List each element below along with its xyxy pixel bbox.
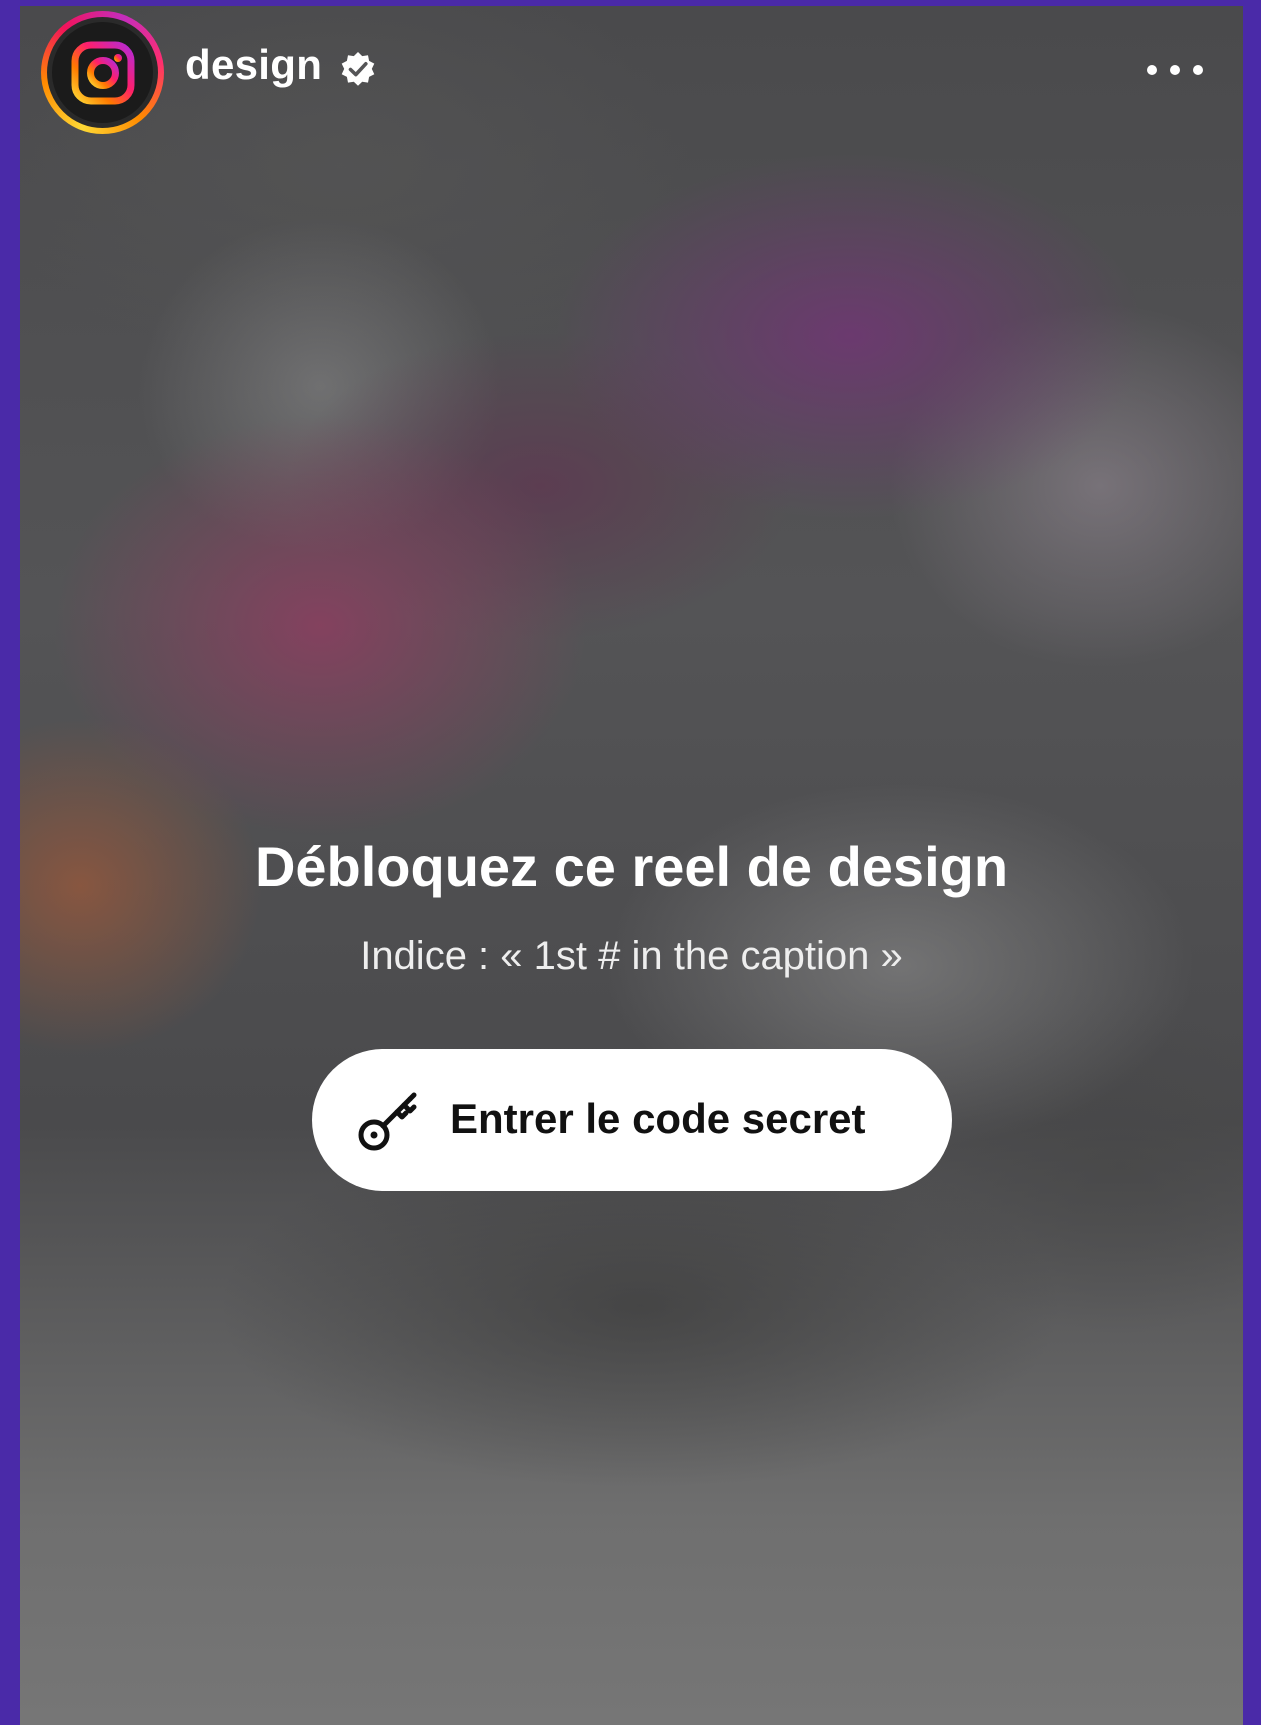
verified-badge-icon [341, 52, 375, 86]
key-icon [358, 1092, 417, 1151]
reel-header: design [20, 6, 1243, 146]
dot [1193, 65, 1203, 75]
more-options-icon[interactable] [1147, 60, 1203, 80]
dot [1170, 65, 1180, 75]
unlock-hint: Indice : « 1st # in the caption » [360, 933, 903, 978]
unlock-prompt: Débloquez ce reel de design Indice : « 1… [20, 836, 1243, 978]
app-frame: design Débloquez ce reel de design Indic… [0, 0, 1261, 1725]
dot [1147, 65, 1157, 75]
reel-screen: design Débloquez ce reel de design Indic… [20, 6, 1243, 1725]
unlock-title: Débloquez ce reel de design [254, 835, 1009, 898]
avatar[interactable] [41, 11, 164, 134]
enter-secret-code-button[interactable]: Entrer le code secret [312, 1049, 952, 1191]
enter-secret-code-label: Entrer le code secret [450, 1095, 866, 1142]
instagram-logo-icon [47, 17, 158, 128]
username[interactable]: design [185, 44, 322, 86]
